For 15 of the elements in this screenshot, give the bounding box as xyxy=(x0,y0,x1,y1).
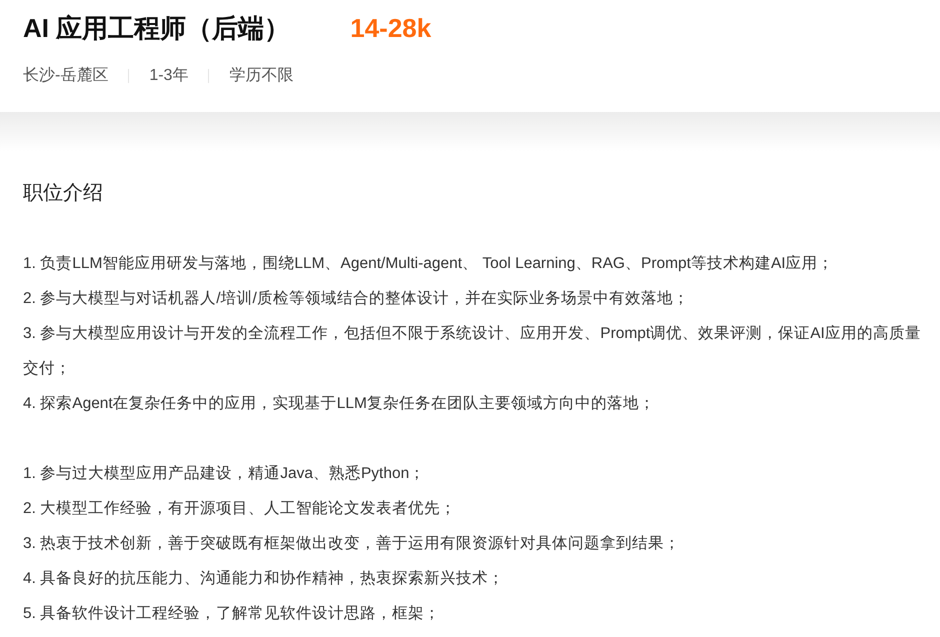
job-tag: 学历不限 xyxy=(229,64,294,88)
description-line: 1. 负责LLM智能应用研发与落地，围绕LLM、Agent/Multi-agent、 Tool Learning、RAG、Prompt等技术构建AI应用； xyxy=(23,254,835,274)
salary: 14-28k xyxy=(350,12,432,44)
description-line: 2. 参与大模型与对话机器人/培训/质检等领域结合的整体设计，并在实际业务场景中有效落地； xyxy=(23,289,690,309)
job-tag: 1-3年 xyxy=(149,64,188,88)
description-line: 5. 具备软件设计工程经验，了解常见软件设计思路，框架； xyxy=(23,604,442,624)
section-heading: 职位介绍 xyxy=(23,181,104,206)
description-line: 2. 大模型工作经验，有开源项目、人工智能论文发表者优先； xyxy=(23,499,458,519)
description-line: 3. 热衷于技术创新，善于突破既有框架做出改变，善于运用有限资源针对具体问题拿到结果； xyxy=(23,534,682,554)
description-line: 4. 具备良好的抗压能力、沟通能力和协作精神，热衷探索新兴技术； xyxy=(23,569,506,589)
description-line: 1. 参与过大模型应用产品建设，精通Java、熟悉Python； xyxy=(23,464,426,484)
job-tag: 长沙-岳麓区 xyxy=(23,64,108,88)
description-line: 3. 参与大模型应用设计与开发的全流程工作，包括但不限于系统设计、应用开发、Prompt调优、效果评测，保证AI应用的高质量交付； xyxy=(23,324,922,379)
job-title: AI 应用工程师（后端） xyxy=(23,12,290,44)
description-line: 4. 探索Agent在复杂任务中的应用，实现基于LLM复杂任务在团队主要领域方向中的落地； xyxy=(23,394,656,414)
